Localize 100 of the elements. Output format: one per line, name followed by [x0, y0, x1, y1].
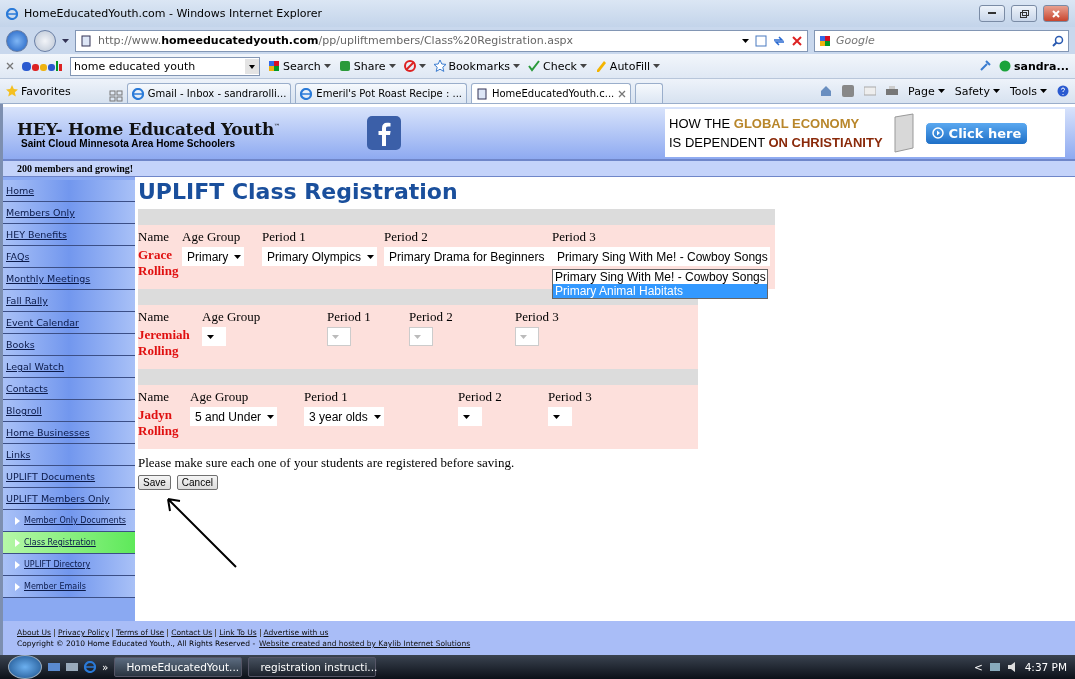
overflow-button[interactable]: »: [102, 661, 109, 673]
sidebar-link[interactable]: Books: [3, 334, 135, 356]
account-button[interactable]: sandra...: [998, 59, 1069, 73]
minimize-button[interactable]: [979, 5, 1005, 22]
triangle-icon: [15, 582, 20, 591]
sidebar-link[interactable]: Fall Rally: [3, 290, 135, 312]
cancel-button[interactable]: Cancel: [176, 475, 218, 490]
forward-button[interactable]: [34, 29, 56, 52]
dropdown-field[interactable]: 3 year olds: [304, 407, 384, 426]
command-button[interactable]: Safety: [954, 84, 1000, 98]
help-icon[interactable]: [1057, 85, 1069, 97]
google-icon: [819, 34, 831, 47]
dropdown-field[interactable]: Primary Drama for Beginners: [384, 247, 552, 266]
start-button[interactable]: [8, 655, 42, 679]
student-name: Grace Rolling: [138, 247, 179, 279]
status-dot-icon: [998, 60, 1011, 72]
google-icon: [268, 60, 280, 72]
browser-tab[interactable]: HomeEducatedYouth.c...: [471, 83, 632, 103]
field-label: Period 3: [515, 308, 560, 325]
advertisement-banner[interactable]: HOW THE GLOBAL ECONOMY IS DEPENDENT ON CHRISTIANITY Click here: [665, 109, 1065, 157]
feed-icon[interactable]: [842, 85, 855, 97]
caret-icon: [418, 64, 426, 68]
field-label: Period 2: [384, 228, 429, 245]
sidebar-link[interactable]: UPLIFT Directory: [3, 554, 135, 576]
toolbar-button[interactable]: Check: [528, 59, 587, 73]
sidebar-link[interactable]: Links: [3, 444, 135, 466]
command-button[interactable]: Tools: [1009, 84, 1047, 98]
close-icon[interactable]: [618, 89, 627, 98]
toolbar-button[interactable]: AutoFill: [594, 59, 661, 73]
field-label: Age Group: [190, 388, 250, 405]
home-icon[interactable]: [820, 85, 833, 97]
sidebar-link[interactable]: Members Only: [3, 202, 135, 224]
tab-grid-icon[interactable]: [108, 89, 123, 103]
refresh-icon[interactable]: [773, 34, 785, 47]
field-label: Name: [138, 388, 171, 405]
caret-icon: [267, 414, 275, 419]
sidebar-link[interactable]: Blogroll: [3, 400, 135, 422]
printer-icon[interactable]: [886, 85, 899, 97]
sidebar-link[interactable]: HEY Benefits: [3, 224, 135, 246]
toolbar-search-field[interactable]: home educated youth: [70, 56, 260, 76]
toolbar-button[interactable]: Search: [268, 59, 331, 73]
stop-icon[interactable]: [791, 34, 803, 47]
dropdown-option[interactable]: Primary Sing With Me! - Cowboy Songs: [553, 270, 767, 284]
caret-icon: [367, 254, 374, 259]
browser-tab[interactable]: Gmail - Inbox - sandrarolli...: [126, 83, 292, 103]
save-button[interactable]: Save: [138, 475, 171, 490]
taskbar-button[interactable]: HomeEducatedYout...: [114, 657, 243, 677]
toolbar-button[interactable]: Bookmarks: [433, 59, 520, 73]
sidebar-link[interactable]: UPLIFT Members Only: [3, 488, 135, 510]
tray-expand-button[interactable]: <: [973, 661, 983, 673]
network-icon[interactable]: [988, 661, 1001, 673]
student-name: Jeremiah Rolling: [138, 327, 190, 359]
search-field[interactable]: Google: [814, 29, 1069, 52]
google-logo-icon: [22, 60, 62, 72]
blocker-icon: [403, 60, 416, 72]
checkmark-icon: [528, 60, 540, 72]
dropdown-field[interactable]: Primary Olympics: [262, 247, 377, 266]
wrench-icon[interactable]: [978, 60, 991, 72]
caret-icon: [373, 414, 381, 419]
facebook-icon[interactable]: [367, 116, 401, 150]
sidebar-link[interactable]: Member Only Documents: [3, 510, 135, 532]
caret-icon: [1040, 89, 1047, 93]
dropdown-field[interactable]: 5 and Under: [190, 407, 278, 426]
toolbar-icon-button[interactable]: [403, 60, 426, 72]
window-title: HomeEducatedYouth.com - Windows Internet Explorer: [24, 7, 323, 20]
compatibility-icon[interactable]: [755, 34, 767, 47]
caret-icon: [332, 334, 339, 339]
sidebar-link[interactable]: FAQs: [3, 246, 135, 268]
sidebar-link[interactable]: Class Registration: [3, 532, 135, 554]
caret-icon: [463, 414, 470, 419]
triangle-icon: [15, 560, 20, 569]
window-icon[interactable]: [66, 661, 78, 673]
sidebar-link[interactable]: UPLIFT Documents: [3, 466, 135, 488]
sidebar-link[interactable]: Monthly Meetings: [3, 268, 135, 290]
taskbar-button[interactable]: registration instructi...: [248, 657, 377, 677]
command-button[interactable]: Page: [908, 84, 945, 98]
tagline: 200 members and growing!: [3, 159, 1075, 177]
address-field[interactable]: http://www.homeeducatedyouth.com/pp/upliftmembers/Class%20Registration.aspx: [75, 29, 808, 52]
browser-tab[interactable]: Emeril's Pot Roast Recipe : ...: [295, 83, 467, 103]
sidebar-link[interactable]: Legal Watch: [3, 356, 135, 378]
sidebar-link[interactable]: Member Emails: [3, 576, 135, 598]
page-heading: UPLIFT Class Registration: [138, 179, 459, 204]
sidebar-link[interactable]: Event Calendar: [3, 312, 135, 334]
sidebar-link[interactable]: Contacts: [3, 378, 135, 400]
dropdown-field[interactable]: Primary: [182, 247, 245, 266]
desktop-icon[interactable]: [48, 661, 60, 673]
ad-button[interactable]: Click here: [924, 121, 1029, 145]
restore-button[interactable]: [1011, 5, 1037, 22]
sidebar-link[interactable]: Home Businesses: [3, 422, 135, 444]
back-button[interactable]: [6, 29, 28, 52]
close-icon[interactable]: [6, 62, 14, 70]
triangle-icon: [15, 538, 20, 547]
favorites-button[interactable]: Favorites: [6, 84, 71, 98]
dropdown-field[interactable]: Primary Sing With Me! - Cowboy Songs: [552, 247, 770, 266]
browser-e-icon: [300, 87, 313, 100]
caret-icon: [992, 89, 1000, 93]
sidebar-link[interactable]: Home: [3, 180, 135, 202]
toolbar-button[interactable]: Share: [338, 59, 396, 73]
close-button[interactable]: [1043, 5, 1069, 22]
caret-icon: [234, 254, 242, 259]
